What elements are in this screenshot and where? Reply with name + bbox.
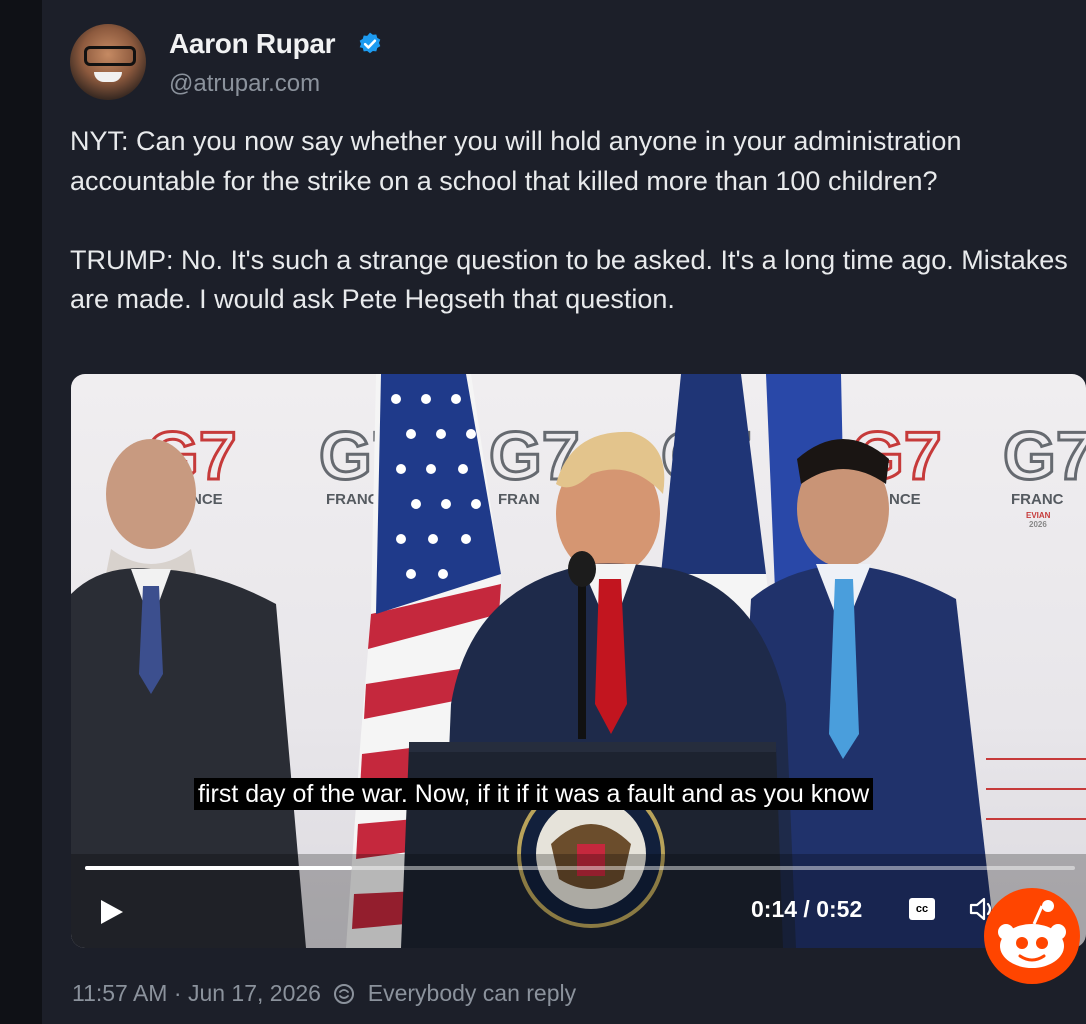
post-paragraph: TRUMP: No. It's such a strange question … — [70, 244, 1068, 315]
backdrop-wordmark: FRAN — [498, 491, 540, 508]
post-text: NYT: Can you now say whether you will ho… — [70, 122, 1070, 320]
post-time[interactable]: 11:57 AM — [72, 980, 167, 1006]
backdrop-subtext: 2026 — [1029, 520, 1047, 529]
video-frame: G7 G7 G7 G7 G7 G7 NCE FRANC FRAN NCE FRA… — [71, 374, 1086, 948]
backdrop-wordmark: NCE — [889, 491, 921, 508]
video-time: 0:14 / 0:52 — [751, 896, 863, 922]
video-player[interactable]: G7 G7 G7 G7 G7 G7 NCE FRANC FRAN NCE FRA… — [71, 374, 1086, 948]
left-edge-strip — [0, 0, 42, 1024]
reddit-logo-icon — [984, 888, 1080, 984]
play-icon[interactable] — [91, 892, 131, 932]
author-name[interactable]: Aaron Rupar — [169, 28, 336, 60]
backdrop-wordmark: FRANC — [1011, 491, 1064, 508]
reply-settings-icon — [334, 984, 355, 1004]
reply-setting-label[interactable]: Everybody can reply — [368, 980, 576, 1006]
backdrop-subtext: EVIAN — [1026, 511, 1051, 520]
verified-badge-icon — [359, 32, 381, 54]
video-progress-fill — [85, 866, 353, 870]
closed-captions-button[interactable]: cc — [909, 898, 935, 920]
backdrop-wordmark: FRANC — [326, 491, 379, 508]
post-meta: 11:57 AM · Jun 17, 2026 Everybody can re… — [72, 980, 576, 1007]
post-paragraph: NYT: Can you now say whether you will ho… — [70, 126, 962, 196]
author-handle[interactable]: @atrupar.com — [169, 70, 320, 98]
author-avatar[interactable] — [70, 24, 146, 100]
avatar-smile-detail — [94, 72, 122, 82]
avatar-glasses-detail — [84, 46, 136, 66]
post-date[interactable]: Jun 17, 2026 — [188, 980, 321, 1006]
backdrop-red-lines — [986, 758, 1086, 820]
backdrop-logo: G7 — [1003, 418, 1086, 494]
video-subtitle: first day of the war. Now, if it if it w… — [194, 778, 874, 810]
video-progress-bar[interactable] — [85, 866, 1075, 870]
meta-separator: · — [173, 980, 182, 1006]
